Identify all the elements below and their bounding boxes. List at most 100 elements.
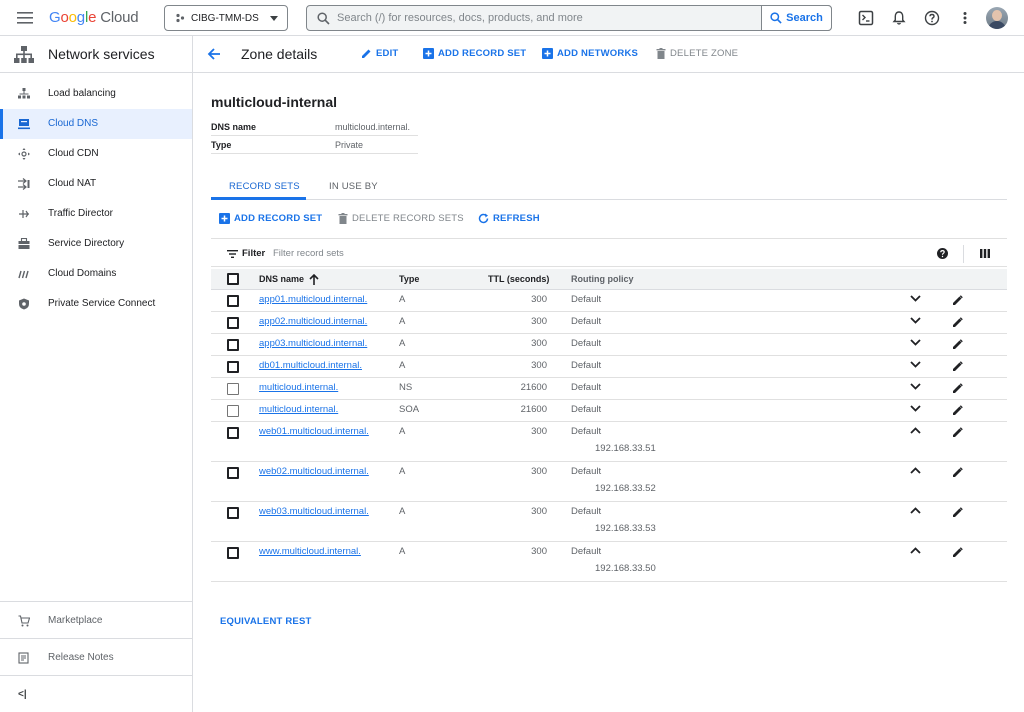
sidebar-item-cloud-cdn[interactable]: Cloud CDN — [0, 139, 192, 169]
chevron-down-icon[interactable] — [910, 295, 921, 302]
edit-pencil-icon[interactable] — [952, 427, 963, 438]
help-icon[interactable] — [924, 10, 940, 26]
add-box-icon — [423, 48, 434, 59]
row-checkbox[interactable] — [227, 361, 239, 373]
tab-record-sets[interactable]: RECORD SETS — [229, 181, 300, 192]
dns-name-link[interactable]: web02.multicloud.internal. — [259, 466, 369, 477]
dns-name-link[interactable]: web03.multicloud.internal. — [259, 506, 369, 517]
chevron-down-icon[interactable] — [910, 339, 921, 346]
sort-ascending-icon[interactable] — [309, 274, 319, 285]
filter-input[interactable] — [273, 246, 573, 261]
equivalent-rest-link[interactable]: EQUIVALENT REST — [220, 616, 312, 627]
row-checkbox[interactable] — [227, 317, 239, 329]
sidebar-header: Network services — [0, 36, 192, 73]
dns-name-link[interactable]: web01.multicloud.internal. — [259, 426, 369, 437]
chevron-up-icon[interactable] — [910, 427, 921, 434]
dns-name-value: multicloud.internal. — [335, 122, 411, 132]
sidebar-item-cloud-domains[interactable]: Cloud Domains — [0, 259, 192, 289]
main-menu-icon[interactable] — [17, 11, 33, 25]
top-bar: Google Cloud CIBG-TMM-DS Search — [0, 0, 1024, 36]
search-button[interactable]: Search — [761, 5, 832, 31]
edit-pencil-icon[interactable] — [952, 507, 963, 518]
row-checkbox[interactable] — [227, 405, 239, 417]
dns-name-link[interactable]: multicloud.internal. — [259, 404, 338, 415]
sidebar-item-label: Service Directory — [48, 238, 125, 249]
row-checkbox[interactable] — [227, 295, 239, 307]
dns-name-link[interactable]: db01.multicloud.internal. — [259, 360, 362, 371]
chevron-up-icon[interactable] — [910, 507, 921, 514]
column-header-dns-name[interactable]: DNS name — [259, 274, 304, 284]
sidebar-item-cloud-dns[interactable]: Cloud DNS — [0, 109, 192, 139]
add-networks-button[interactable]: ADD NETWORKS — [542, 48, 638, 59]
edit-pencil-icon[interactable] — [952, 361, 963, 372]
record-ttl: 300 — [531, 360, 547, 371]
service-directory-icon — [18, 238, 30, 249]
google-cloud-logo[interactable]: Google Cloud — [49, 9, 139, 26]
column-display-icon[interactable] — [980, 249, 990, 258]
edit-button[interactable]: EDIT — [361, 48, 398, 59]
more-options-icon[interactable] — [957, 10, 973, 26]
record-type: A — [399, 338, 406, 349]
delete-record-sets-button[interactable]: DELETE RECORD SETS — [338, 213, 464, 224]
chevron-down-icon[interactable] — [910, 361, 921, 368]
chevron-up-icon[interactable] — [910, 467, 921, 474]
column-header-ttl: TTL (seconds) — [488, 274, 550, 284]
edit-pencil-icon[interactable] — [952, 317, 963, 328]
add-record-set-button[interactable]: ADD RECORD SET — [423, 48, 526, 59]
filter-label: Filter — [242, 248, 266, 259]
sidebar-item-label: Cloud NAT — [48, 178, 97, 189]
table-row: app03.multicloud.internal. A 300 Default — [211, 334, 1007, 356]
add-record-set-table-button[interactable]: ADD RECORD SET — [219, 213, 322, 224]
edit-pencil-icon[interactable] — [952, 467, 963, 478]
notifications-icon[interactable] — [891, 10, 907, 26]
edit-pencil-icon[interactable] — [952, 339, 963, 350]
row-checkbox[interactable] — [227, 427, 239, 439]
dns-name-link[interactable]: app03.multicloud.internal. — [259, 338, 367, 349]
record-ttl: 300 — [531, 506, 547, 517]
row-checkbox[interactable] — [227, 547, 239, 559]
back-arrow-icon[interactable] — [207, 47, 221, 61]
sidebar-item-cloud-nat[interactable]: Cloud NAT — [0, 169, 192, 199]
row-checkbox[interactable] — [227, 467, 239, 479]
help-circle-icon[interactable] — [937, 248, 948, 259]
marketplace-link[interactable]: Marketplace — [0, 601, 192, 638]
row-checkbox[interactable] — [227, 339, 239, 351]
collapse-sidebar-button[interactable]: <| — [0, 675, 192, 712]
edit-pencil-icon[interactable] — [952, 383, 963, 394]
refresh-button[interactable]: REFRESH — [478, 213, 540, 224]
cloud-shell-icon[interactable] — [858, 10, 874, 26]
sidebar-item-private-service-connect[interactable]: Private Service Connect — [0, 289, 192, 319]
table-row: web02.multicloud.internal. A 300 Default 192… — [211, 462, 1007, 502]
add-box-icon — [219, 213, 230, 224]
column-header-routing-policy: Routing policy — [571, 274, 634, 284]
sidebar-item-traffic-director[interactable]: Traffic Director — [0, 199, 192, 229]
row-checkbox[interactable] — [227, 507, 239, 519]
sidebar-item-service-directory[interactable]: Service Directory — [0, 229, 192, 259]
row-checkbox[interactable] — [227, 383, 239, 395]
search-input[interactable] — [337, 9, 757, 27]
tab-in-use-by[interactable]: IN USE BY — [329, 181, 378, 192]
record-ttl: 300 — [531, 426, 547, 437]
dns-name-link[interactable]: app02.multicloud.internal. — [259, 316, 367, 327]
edit-pencil-icon[interactable] — [952, 405, 963, 416]
chevron-down-icon[interactable] — [910, 383, 921, 390]
dns-name-link[interactable]: app01.multicloud.internal. — [259, 294, 367, 305]
project-selector[interactable]: CIBG-TMM-DS — [164, 5, 288, 31]
sidebar-item-load-balancing[interactable]: Load balancing — [0, 79, 192, 109]
record-ttl: 300 — [531, 466, 547, 477]
chevron-up-icon[interactable] — [910, 547, 921, 554]
record-ttl: 21600 — [520, 382, 547, 393]
edit-pencil-icon[interactable] — [952, 547, 963, 558]
delete-zone-button[interactable]: DELETE ZONE — [656, 48, 738, 59]
dns-name-link[interactable]: www.multicloud.internal. — [259, 546, 361, 557]
chevron-down-icon[interactable] — [910, 405, 921, 412]
release-notes-link[interactable]: Release Notes — [0, 638, 192, 675]
delete-record-sets-label: DELETE RECORD SETS — [352, 213, 464, 224]
load-balancing-icon — [18, 88, 30, 99]
edit-pencil-icon[interactable] — [952, 295, 963, 306]
routing-policy: Default — [571, 546, 602, 557]
dns-name-link[interactable]: multicloud.internal. — [259, 382, 338, 393]
select-all-checkbox[interactable] — [227, 273, 239, 285]
account-avatar[interactable] — [986, 7, 1008, 29]
chevron-down-icon[interactable] — [910, 317, 921, 324]
